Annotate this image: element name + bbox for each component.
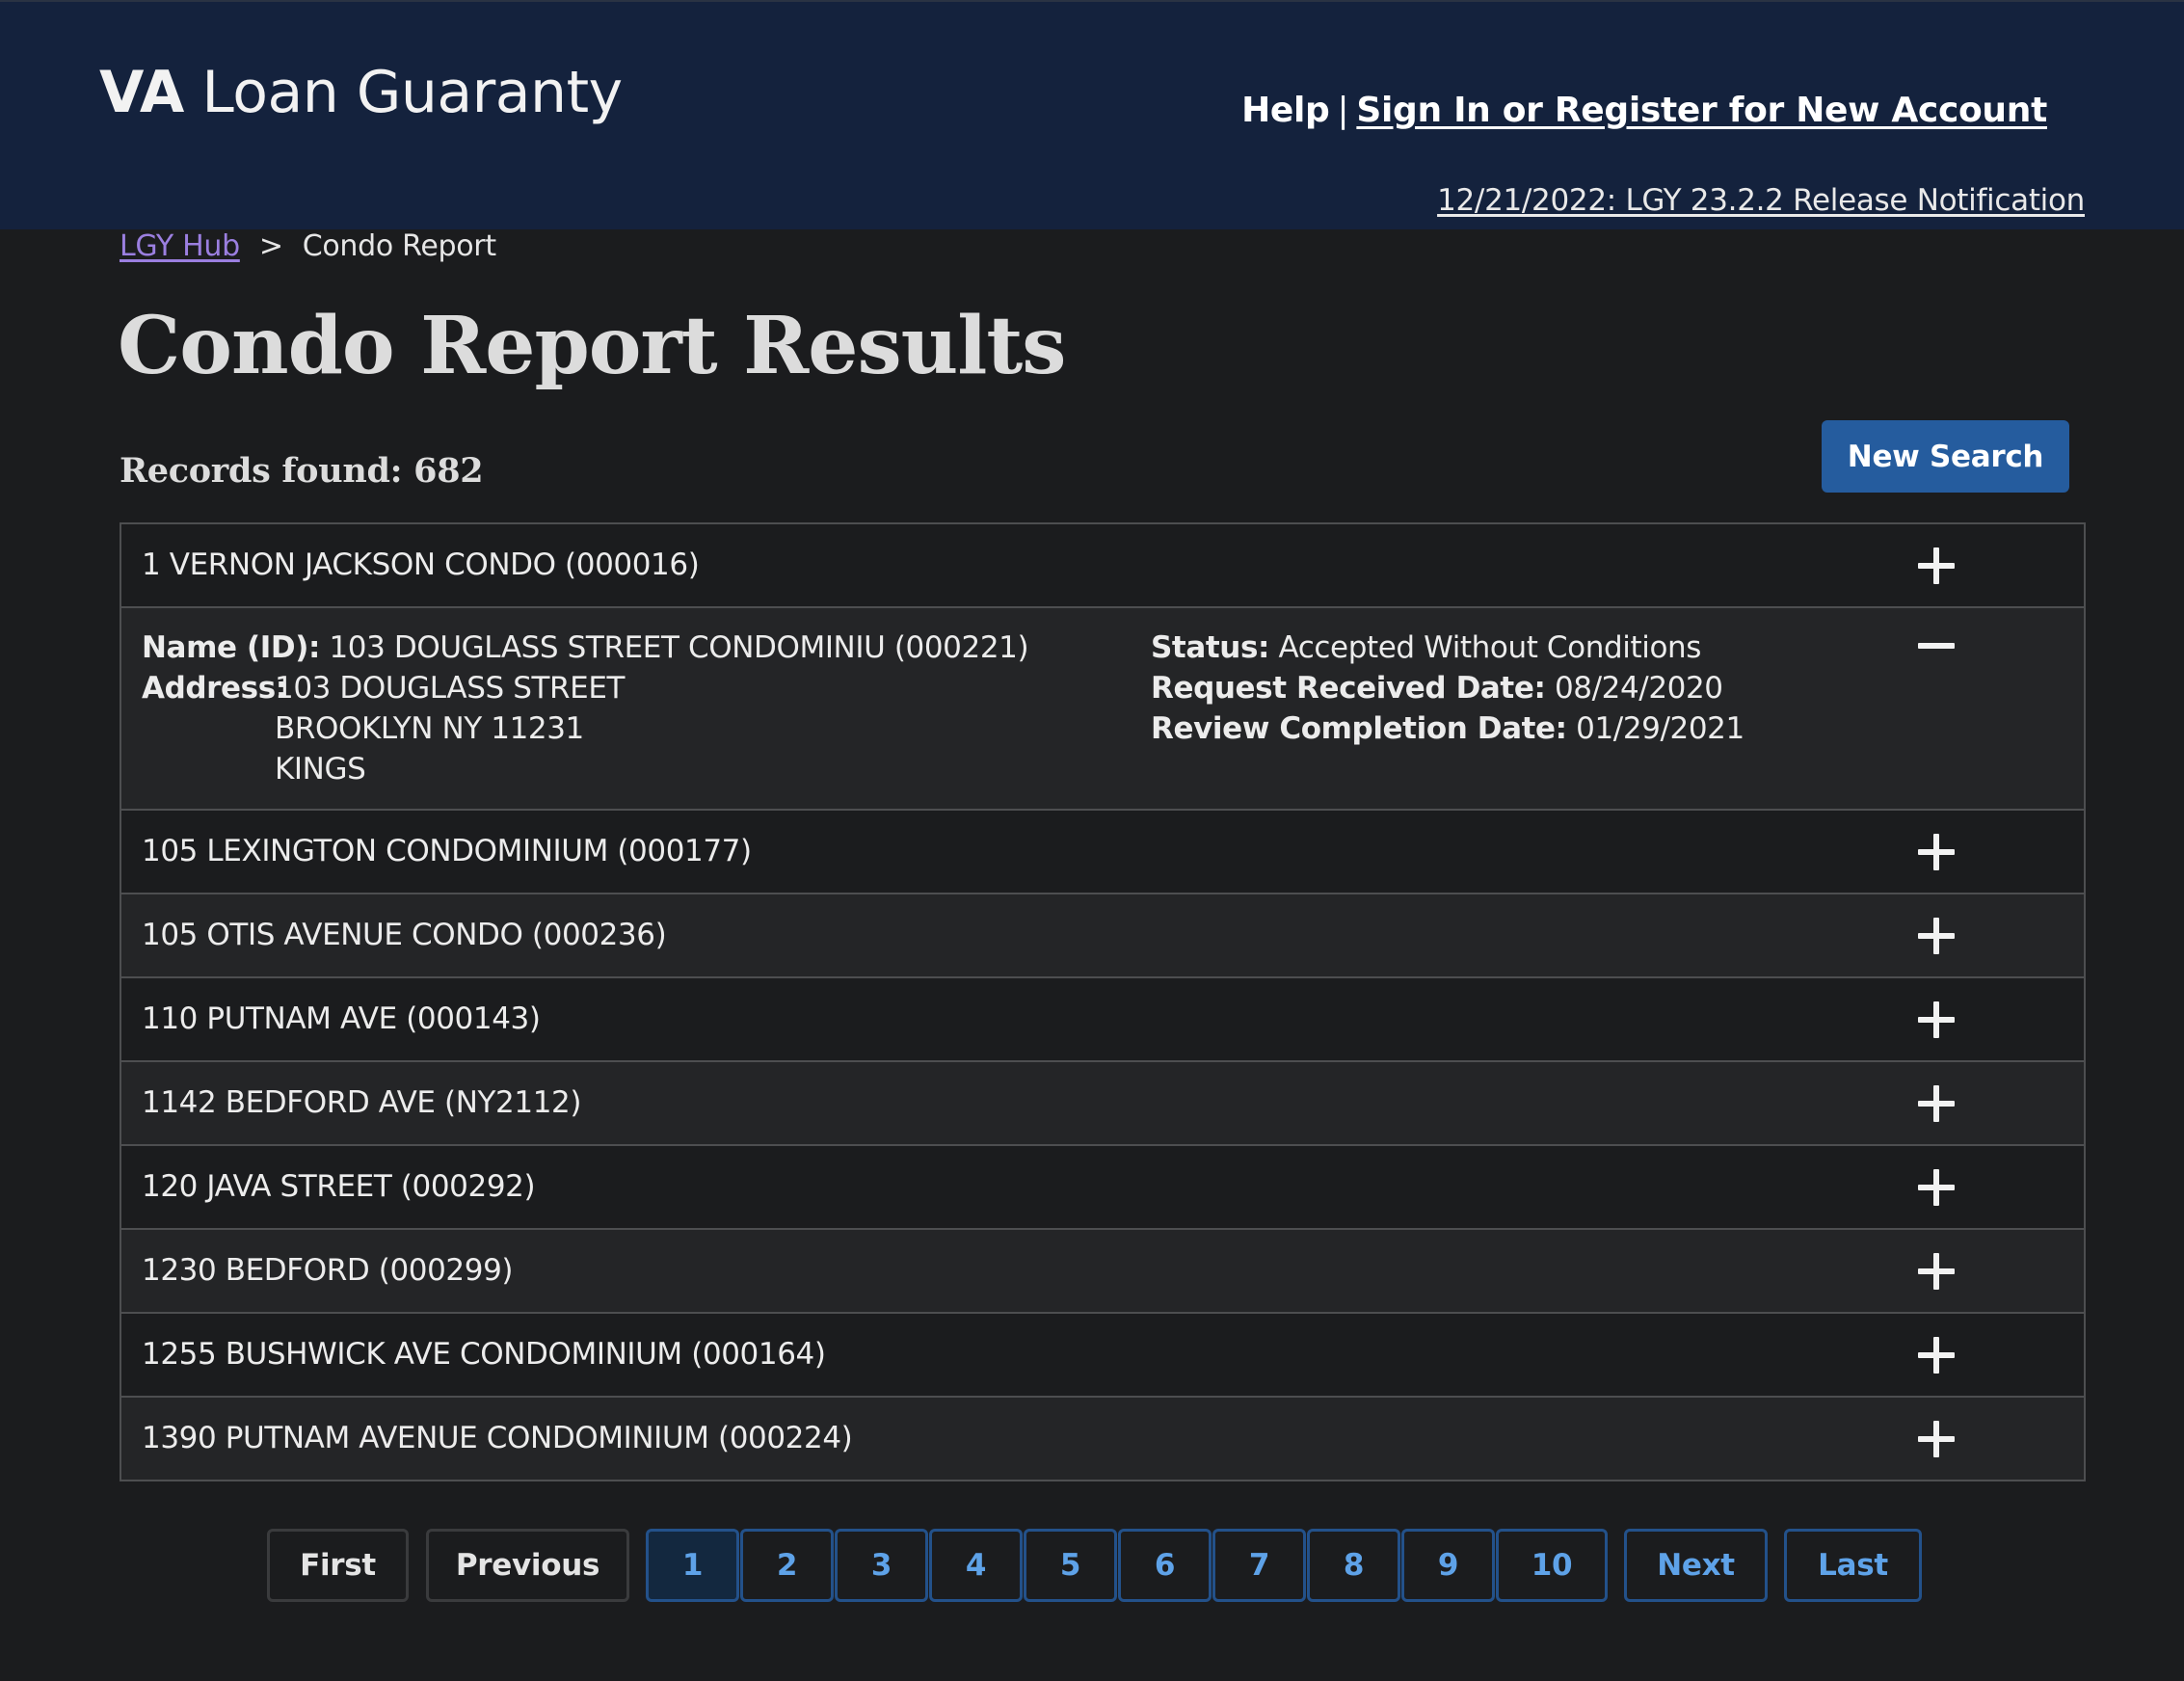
plus-icon[interactable] <box>1907 1075 1965 1133</box>
plus-icon[interactable] <box>1907 1410 1965 1468</box>
detail-received-date: Request Received Date: 08/24/2020 <box>1151 668 1723 708</box>
first-page-button[interactable]: First <box>267 1529 409 1602</box>
records-found: Records found: 682 <box>120 451 484 491</box>
result-title: 105 LEXINGTON CONDOMINIUM (000177) <box>142 834 752 868</box>
result-title: 1255 BUSHWICK AVE CONDOMINIUM (000164) <box>142 1337 826 1372</box>
address-label: Address: <box>142 671 287 706</box>
received-value: 08/24/2020 <box>1545 671 1723 706</box>
result-row[interactable]: 1390 PUTNAM AVENUE CONDOMINIUM (000224) <box>121 1398 2084 1480</box>
result-title: 1390 PUTNAM AVENUE CONDOMINIUM (000224) <box>142 1421 853 1455</box>
plus-icon[interactable] <box>1907 1242 1965 1300</box>
result-row[interactable]: 1142 BEDFORD AVE (NY2112) <box>121 1062 2084 1146</box>
plus-icon[interactable] <box>1907 1326 1965 1384</box>
breadcrumb-separator: > <box>258 229 283 263</box>
page-4-button[interactable]: 4 <box>929 1529 1023 1602</box>
plus-icon[interactable] <box>1907 537 1965 595</box>
result-title: 120 JAVA STREET (000292) <box>142 1169 536 1204</box>
page-3-button[interactable]: 3 <box>835 1529 928 1602</box>
plus-icon[interactable] <box>1907 1159 1965 1216</box>
detail-completion-date: Review Completion Date: 01/29/2021 <box>1151 708 1745 749</box>
page-7-button[interactable]: 7 <box>1212 1529 1306 1602</box>
brand-loan-guaranty: Loan Guaranty <box>183 59 623 126</box>
minus-icon[interactable] <box>1907 617 1965 675</box>
result-title: 1142 BEDFORD AVE (NY2112) <box>142 1085 582 1120</box>
breadcrumb: LGY Hub > Condo Report <box>120 226 496 268</box>
result-title: 110 PUTNAM AVE (000143) <box>142 1001 541 1036</box>
results-accordion: 1 VERNON JACKSON CONDO (000016) Name (ID… <box>120 522 2086 1481</box>
detail-address: Address: <box>142 668 287 708</box>
plus-icon[interactable] <box>1907 991 1965 1049</box>
help-link[interactable]: Help <box>1241 91 1330 130</box>
result-row[interactable]: 110 PUTNAM AVE (000143) <box>121 978 2084 1062</box>
result-title: 1230 BEDFORD (000299) <box>142 1253 514 1288</box>
status-value: Accepted Without Conditions <box>1269 630 1702 665</box>
previous-page-button[interactable]: Previous <box>426 1529 629 1602</box>
page-6-button[interactable]: 6 <box>1118 1529 1212 1602</box>
completion-value: 01/29/2021 <box>1566 711 1745 746</box>
header-separator: | <box>1337 91 1349 130</box>
breadcrumb-current: Condo Report <box>302 229 496 263</box>
last-page-button[interactable]: Last <box>1784 1529 1922 1602</box>
sign-in-link[interactable]: Sign In or Register for New Account <box>1356 91 2047 130</box>
address-line: BROOKLYN NY 11231 <box>275 711 584 746</box>
name-label: Name (ID): <box>142 630 320 665</box>
page-8-button[interactable]: 8 <box>1307 1529 1400 1602</box>
address-line: KINGS <box>275 752 366 787</box>
completion-label: Review Completion Date: <box>1151 711 1567 746</box>
page-1-button[interactable]: 1 <box>646 1529 739 1602</box>
brand-va: VA <box>99 59 184 126</box>
result-title: 1 VERNON JACKSON CONDO (000016) <box>142 547 700 582</box>
header-links: Help | Sign In or Register for New Account <box>1241 87 2047 135</box>
new-search-button[interactable]: New Search <box>1822 420 2069 493</box>
plus-icon[interactable] <box>1907 907 1965 965</box>
result-row[interactable]: 1255 BUSHWICK AVE CONDOMINIUM (000164) <box>121 1314 2084 1398</box>
result-row[interactable]: 1230 BEDFORD (000299) <box>121 1230 2084 1314</box>
result-row[interactable]: 105 LEXINGTON CONDOMINIUM (000177) <box>121 811 2084 894</box>
site-header: VA Loan Guaranty Help | Sign In or Registe… <box>0 0 2184 229</box>
page-title: Condo Report Results <box>118 300 1066 392</box>
name-value: 103 DOUGLASS STREET CONDOMINIU (000221) <box>319 630 1029 665</box>
breadcrumb-home-link[interactable]: LGY Hub <box>120 229 240 263</box>
result-row[interactable]: 120 JAVA STREET (000292) <box>121 1146 2084 1230</box>
result-row[interactable]: 105 OTIS AVENUE CONDO (000236) <box>121 894 2084 978</box>
result-row-expanded: Name (ID): 103 DOUGLASS STREET CONDOMINI… <box>121 608 2084 811</box>
result-title: 105 OTIS AVENUE CONDO (000236) <box>142 918 667 952</box>
page-5-button[interactable]: 5 <box>1024 1529 1117 1602</box>
page-2-button[interactable]: 2 <box>740 1529 834 1602</box>
page-9-button[interactable]: 9 <box>1401 1529 1495 1602</box>
address-line: 103 DOUGLASS STREET <box>275 671 626 706</box>
plus-icon[interactable] <box>1907 823 1965 881</box>
site-brand[interactable]: VA Loan Guaranty <box>99 58 623 127</box>
received-label: Request Received Date: <box>1151 671 1546 706</box>
result-row[interactable]: 1 VERNON JACKSON CONDO (000016) <box>121 524 2084 608</box>
pagination: First Previous 1 2 3 4 5 6 7 8 9 10 Next… <box>0 1529 2184 1602</box>
detail-status: Status: Accepted Without Conditions <box>1151 627 1701 668</box>
release-notification-link[interactable]: 12/21/2022: LGY 23.2.2 Release Notificat… <box>1437 179 2085 222</box>
next-page-button[interactable]: Next <box>1624 1529 1768 1602</box>
page-10-button[interactable]: 10 <box>1496 1529 1608 1602</box>
detail-name: Name (ID): 103 DOUGLASS STREET CONDOMINI… <box>142 627 1029 668</box>
status-label: Status: <box>1151 630 1270 665</box>
